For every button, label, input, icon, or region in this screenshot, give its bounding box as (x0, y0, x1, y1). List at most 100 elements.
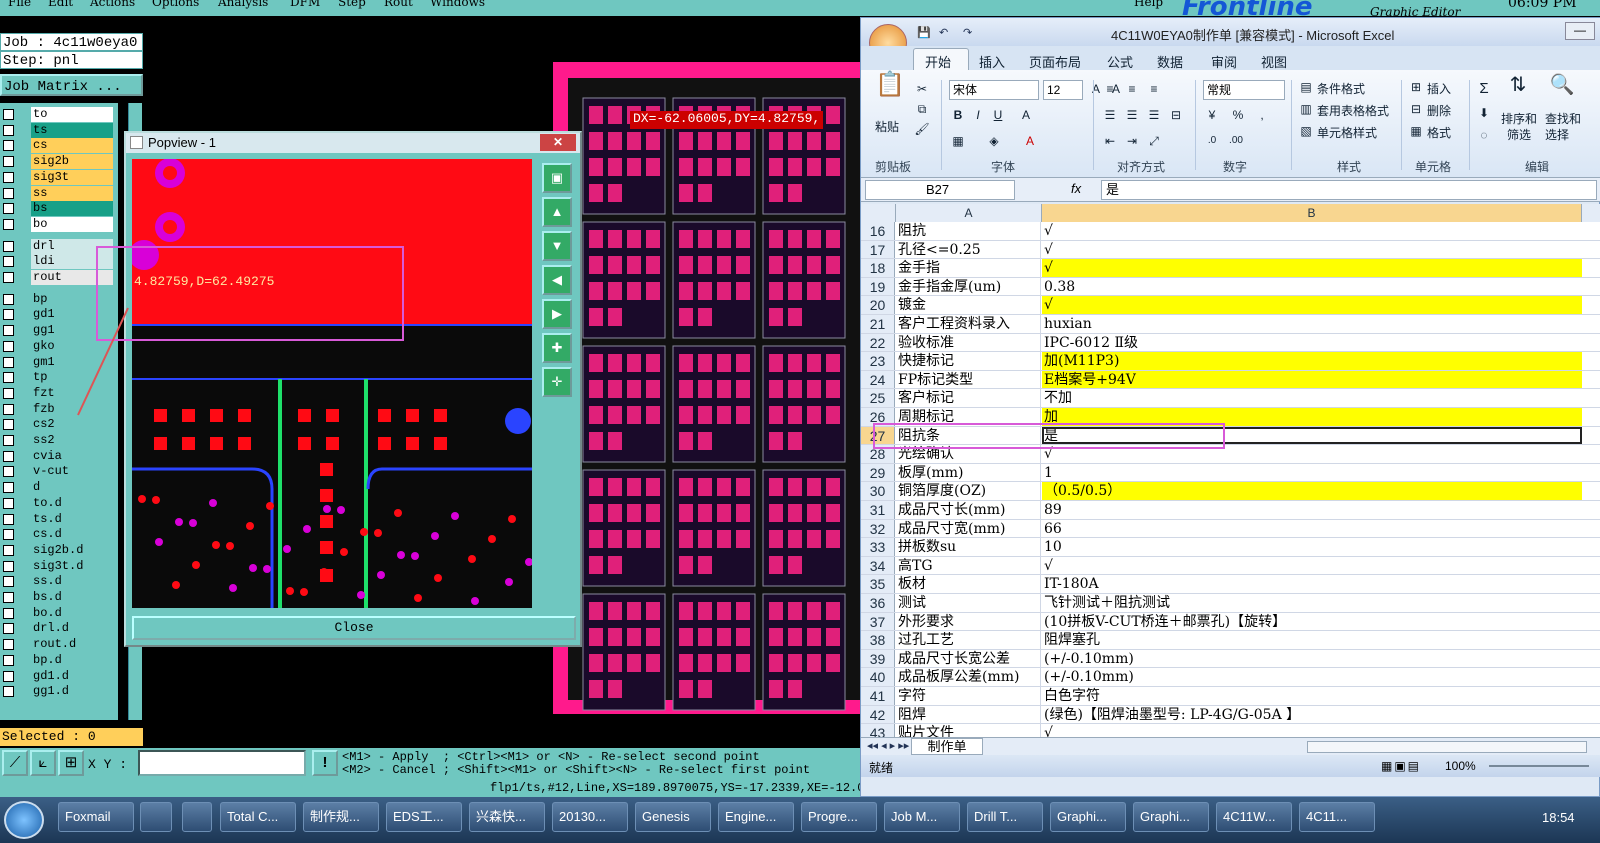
layer-row-cs.d[interactable]: cs.d (0, 527, 118, 543)
taskbar-item[interactable] (182, 802, 212, 832)
insert-cells-button[interactable]: 插入 (1427, 80, 1451, 97)
layer-checkbox[interactable] (3, 576, 14, 588)
layer-name[interactable]: d (31, 480, 113, 496)
cell-b[interactable]: 66 (1042, 520, 1582, 538)
cell-a[interactable]: 成品尺寸长(mm) (896, 501, 1041, 519)
view-mode-icons[interactable]: ▦▣▤ (1381, 759, 1421, 773)
layer-checkbox[interactable] (3, 387, 14, 399)
cell-a[interactable]: FP标记类型 (896, 370, 1041, 389)
layer-row-bp.d[interactable]: bp.d (0, 652, 118, 668)
layer-name[interactable]: ts (31, 122, 113, 138)
layer-name[interactable]: cs (31, 138, 113, 154)
layer-checkbox[interactable] (3, 156, 14, 168)
table-row[interactable]: 17 孔径<=0.25 √ (861, 240, 1600, 260)
table-row[interactable]: 30 铜箔厚度(OZ) （0.5/0.5） (861, 482, 1600, 501)
layer-checkbox[interactable] (3, 109, 14, 120)
cell-a[interactable]: 验收标准 (896, 333, 1041, 352)
cell-b[interactable]: √ (1042, 222, 1582, 240)
measure-tool-icon[interactable]: ⟀ (30, 750, 56, 776)
column-header-a[interactable]: A (896, 204, 1042, 222)
menu-analysis[interactable]: Analysis (218, 0, 268, 9)
layer-checkbox[interactable] (3, 670, 14, 682)
layer-checkbox[interactable] (3, 623, 14, 635)
menu-rout[interactable]: Rout (384, 0, 413, 9)
row-number[interactable]: 17 (861, 240, 895, 259)
table-row[interactable]: 36 测试 飞针测试＋阻抗测试 (861, 594, 1600, 613)
cell-b[interactable]: 白色字符 (1042, 687, 1582, 705)
table-row[interactable]: 42 阻焊 (绿色)【阻焊油墨型号: LP-4G/G-05A 】 (861, 705, 1600, 725)
select-all-corner[interactable] (861, 204, 896, 222)
currency-icon[interactable]: ¥ (1203, 106, 1221, 124)
popview-titlebar[interactable]: Popview - 1 ✕ (126, 133, 580, 153)
table-row[interactable]: 41 字符 白色字符 (861, 687, 1600, 706)
table-row[interactable]: 29 板厚(mm) 1 (861, 463, 1600, 483)
autosum-icon[interactable]: Σ (1475, 80, 1493, 98)
select-label[interactable]: 选择 (1545, 126, 1569, 143)
cell-a[interactable]: 阻焊 (896, 705, 1041, 724)
layer-checkbox[interactable] (3, 497, 14, 509)
table-row[interactable]: 34 高TG √ (861, 556, 1600, 576)
layer-checkbox[interactable] (3, 654, 14, 666)
cell-b[interactable]: 阻焊塞孔 (1042, 631, 1582, 649)
taskbar-item[interactable]: EDS工... (386, 802, 462, 832)
sort-label[interactable]: 排序和 (1501, 110, 1537, 127)
layer-checkbox[interactable] (3, 592, 14, 603)
filter-label[interactable]: 筛选 (1507, 126, 1531, 143)
align-center-icon[interactable]: ☰ (1123, 106, 1141, 124)
cell-b[interactable]: （0.5/0.5） (1042, 482, 1582, 500)
minimize-icon[interactable]: — (1565, 22, 1595, 40)
align-bottom-icon[interactable]: ≡ (1145, 80, 1163, 98)
row-number[interactable]: 31 (861, 501, 895, 519)
paste-label[interactable]: 粘贴 (875, 118, 899, 135)
row-number[interactable]: 42 (861, 705, 895, 724)
layer-name[interactable]: to (31, 107, 113, 122)
cell-b[interactable]: 加(M11P3) (1042, 352, 1582, 370)
cell-a[interactable]: 孔径<=0.25 (896, 240, 1041, 259)
bold-icon[interactable]: B (949, 106, 967, 124)
fit-icon[interactable]: ▣ (542, 163, 572, 193)
taskbar-item[interactable]: Engine... (718, 802, 794, 832)
layer-name[interactable]: sig2b (31, 154, 113, 170)
cell-b[interactable]: √ (1042, 296, 1582, 314)
number-format-select[interactable]: 常规 (1203, 80, 1285, 100)
layer-name[interactable]: ss.d (31, 574, 113, 590)
cell-a[interactable]: 板材 (896, 575, 1041, 593)
taskbar-item[interactable]: Graphi... (1050, 802, 1126, 832)
sheet-grid[interactable]: 16 阻抗 √ 17 孔径<=0.25 √ 18 金手指 √ 19 金手指金厚(um) 0.38 20 镀… (861, 222, 1600, 737)
layer-checkbox[interactable] (3, 529, 14, 541)
paste-icon[interactable]: 📋 (875, 73, 905, 110)
taskbar-item[interactable]: Job M... (884, 802, 960, 832)
tab-page-layout[interactable]: 页面布局 (1029, 52, 1081, 71)
layer-row-cvia[interactable]: cvia (0, 448, 118, 464)
layer-checkbox[interactable] (3, 356, 14, 368)
sheet-tab[interactable]: 制作单 (911, 738, 983, 755)
layer-row-gd1.d[interactable]: gd1.d (0, 668, 118, 684)
layer-checkbox[interactable] (3, 140, 14, 152)
layer-name[interactable]: sig3t (31, 169, 113, 185)
cell-b[interactable]: √ (1042, 259, 1582, 277)
cell-b[interactable]: 89 (1042, 501, 1582, 519)
layer-checkbox[interactable] (3, 187, 14, 199)
table-row[interactable]: 37 外形要求 (10拼板V-CUT桥连＋邮票孔)【旋转】 (861, 612, 1600, 632)
table-format-button[interactable]: 套用表格格式 (1317, 102, 1389, 119)
layer-name[interactable]: cs.d (31, 527, 113, 543)
row-number[interactable]: 25 (861, 389, 895, 407)
layer-checkbox[interactable] (3, 293, 14, 305)
layer-checkbox[interactable] (3, 218, 14, 230)
layer-row-v-cut[interactable]: v-cut (0, 464, 118, 480)
cell-b[interactable]: √ (1042, 241, 1582, 259)
xy-input[interactable] (138, 750, 306, 776)
layer-checkbox[interactable] (3, 309, 14, 321)
layer-checkbox[interactable] (3, 419, 14, 431)
cell-b[interactable]: √ (1042, 724, 1582, 737)
insert-cells-icon[interactable]: ⊞ (1407, 78, 1425, 96)
row-number[interactable]: 29 (861, 463, 895, 482)
layer-name[interactable]: to.d (31, 495, 113, 511)
row-number[interactable]: 32 (861, 519, 895, 538)
layer-checkbox[interactable] (3, 513, 14, 525)
taskbar-item[interactable]: 20130... (552, 802, 628, 832)
layer-checkbox[interactable] (3, 560, 14, 572)
cell-b[interactable]: √ (1042, 557, 1582, 575)
column-header-b[interactable]: B (1042, 204, 1582, 222)
table-row[interactable]: 19 金手指金厚(um) 0.38 (861, 277, 1600, 297)
